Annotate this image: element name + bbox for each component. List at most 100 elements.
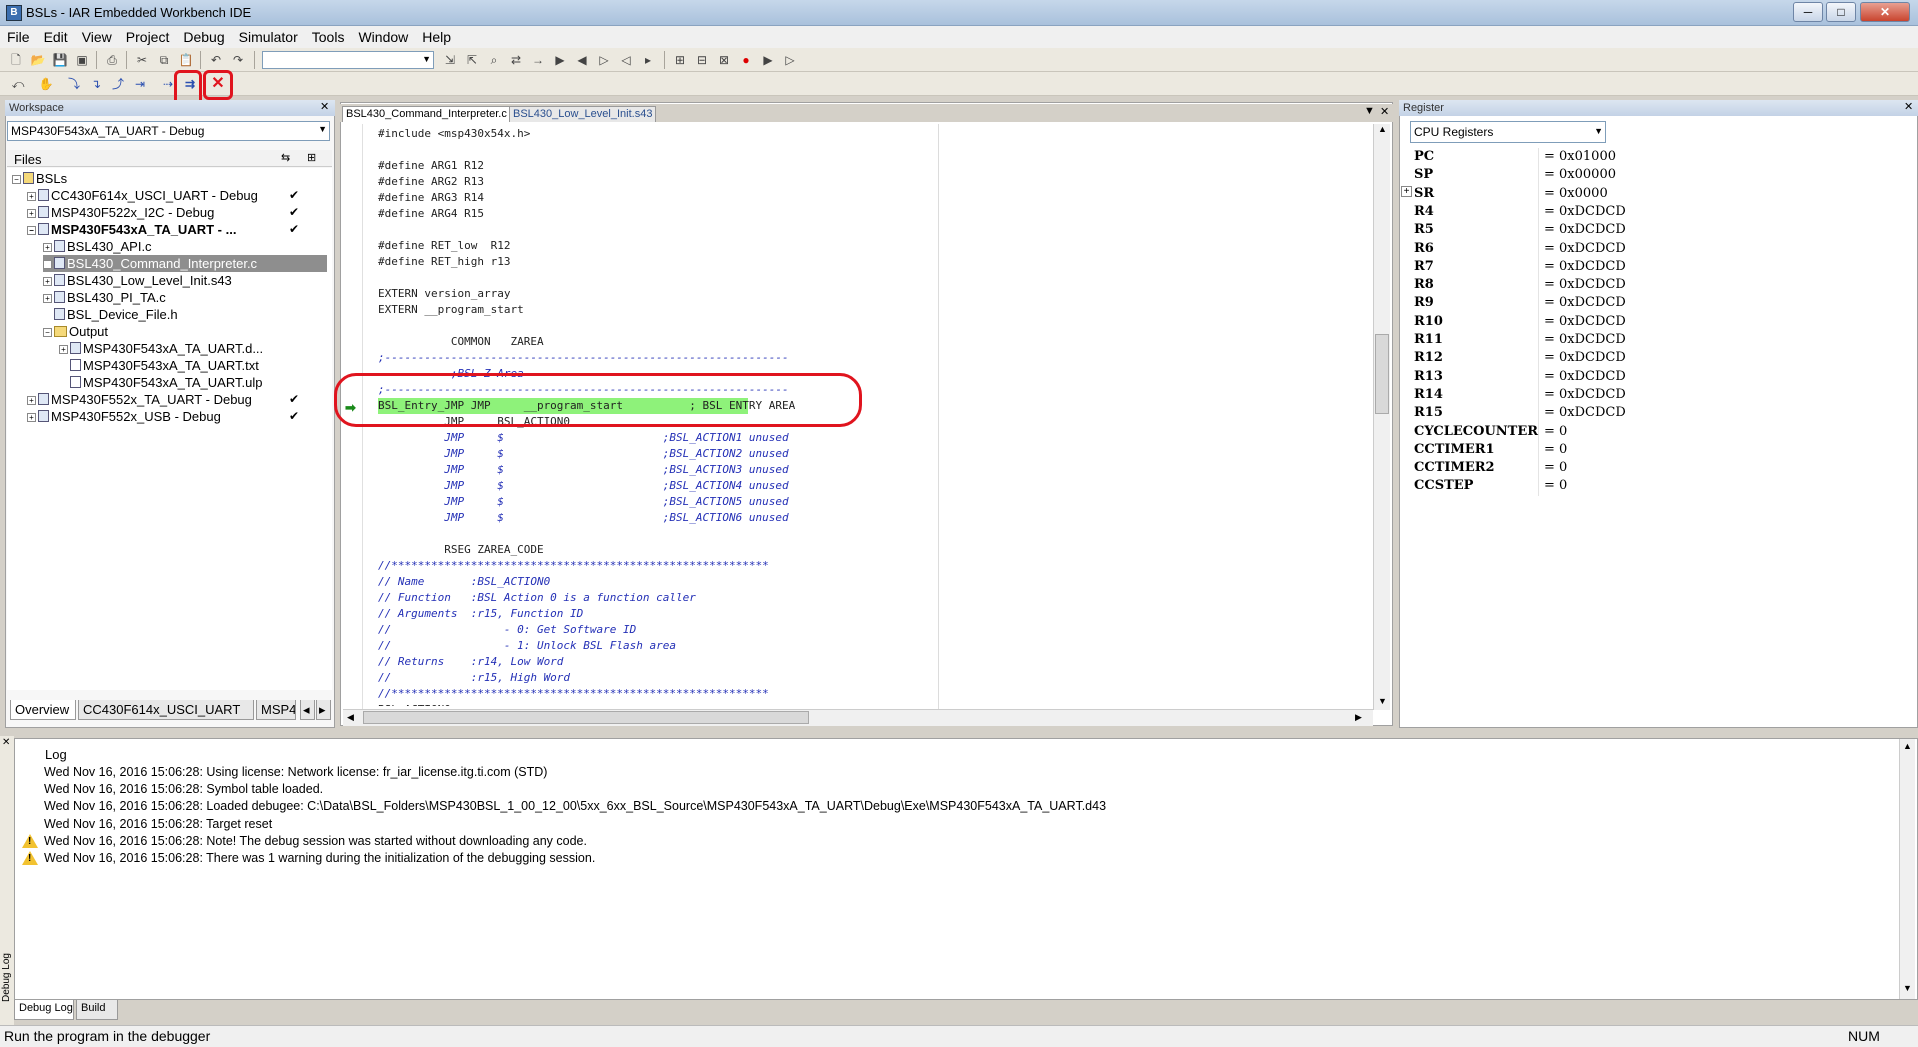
tree-item-output[interactable]: MSP430F543xA_TA_UART.ulp [70, 374, 262, 391]
tab-low-level-init[interactable]: BSL430_Low_Level_Init.s43 [509, 106, 657, 122]
tab-scroll-right-icon[interactable]: ▸ [316, 700, 331, 720]
make-icon[interactable]: ⊟ [694, 52, 710, 68]
register-value[interactable]: = 0xDCDCD [1544, 368, 1626, 386]
register-value[interactable]: = 0xDCDCD [1544, 386, 1626, 404]
menu-simulator[interactable]: Simulator [232, 26, 305, 45]
menu-project[interactable]: Project [119, 26, 177, 45]
bookmark-toggle-icon[interactable]: ▶ [552, 52, 568, 68]
compile-icon[interactable]: ⊞ [672, 52, 688, 68]
register-value[interactable]: = 0x00000 [1544, 166, 1616, 184]
register-value[interactable]: = 0xDCDCD [1544, 203, 1626, 221]
maximize-button[interactable]: □ [1826, 2, 1856, 22]
register-value[interactable]: = 0 [1544, 441, 1567, 459]
find-next-icon[interactable]: ⇲ [442, 52, 458, 68]
undo-icon[interactable]: ↶ [208, 52, 224, 68]
scroll-thumb[interactable] [1375, 334, 1389, 414]
view-icon[interactable]: ⊞ [307, 151, 316, 164]
save-icon[interactable]: 💾 [52, 52, 68, 68]
copy-icon[interactable]: ⧉ [156, 52, 172, 68]
step-out-icon[interactable]: ⤴ [110, 76, 126, 92]
register-value[interactable]: = 0xDCDCD [1544, 276, 1626, 294]
navigate-back-icon[interactable]: ◁ [618, 52, 634, 68]
print-icon[interactable]: ⎙ [104, 52, 120, 68]
register-value[interactable]: = 0xDCDCD [1544, 240, 1626, 258]
find-prev-icon[interactable]: ⇱ [464, 52, 480, 68]
tree-item-project[interactable]: + CC430F614x_USCI_UART - Debug ✔ [27, 187, 327, 204]
navigate-forward-icon[interactable]: ▸ [640, 52, 656, 68]
register-value[interactable]: = 0x0000 [1544, 185, 1608, 203]
tree-item-project[interactable]: + MSP430F552x_TA_UART - Debug ✔ [27, 391, 327, 408]
tree-item-project-active[interactable]: − MSP430F543xA_TA_UART - ... ✔ [27, 221, 327, 238]
find-in-files-icon[interactable]: ⌕ [486, 52, 502, 68]
tree-item-file[interactable]: BSL_Device_File.h [54, 306, 178, 323]
register-value[interactable]: = 0xDCDCD [1544, 221, 1626, 239]
tab-list-icon[interactable]: ▼ [1364, 105, 1375, 117]
editor-vertical-scrollbar[interactable]: ▲ ▼ [1373, 124, 1390, 710]
goto-icon[interactable]: → [530, 52, 546, 68]
options-icon[interactable]: ⇆ [281, 151, 290, 164]
config-select[interactable]: MSP430F543xA_TA_UART - Debug ▼ [7, 121, 330, 141]
step-into-icon[interactable]: ↴ [88, 76, 104, 92]
next-statement-icon[interactable]: ⇥ [132, 76, 148, 92]
expand-sr-icon[interactable]: + [1401, 186, 1412, 197]
tree-item-file[interactable]: + BSL430_Low_Level_Init.s43 [43, 272, 232, 289]
breakpoint-icon[interactable]: ● [738, 52, 754, 68]
save-all-icon[interactable]: ▣ [74, 52, 90, 68]
register-value[interactable]: = 0xDCDCD [1544, 404, 1626, 422]
bookmark-next-icon[interactable]: ▷ [596, 52, 612, 68]
tree-item-output[interactable]: + MSP430F543xA_TA_UART.d... [59, 340, 263, 357]
menu-help[interactable]: Help [415, 26, 458, 45]
register-value[interactable]: = 0xDCDCD [1544, 331, 1626, 349]
reset-icon[interactable]: ⤺ [10, 76, 26, 92]
close-icon[interactable]: ✕ [2, 737, 10, 748]
minimize-button[interactable]: ─ [1793, 2, 1823, 22]
tree-item-folder[interactable]: − Output [43, 323, 108, 340]
bookmark-prev-icon[interactable]: ◀ [574, 52, 590, 68]
replace-icon[interactable]: ⇄ [508, 52, 524, 68]
menu-view[interactable]: View [75, 26, 119, 45]
menu-file[interactable]: File [0, 26, 37, 45]
debug-without-download-icon[interactable]: ▷ [782, 52, 798, 68]
new-file-icon[interactable]: 🗋 [8, 52, 24, 68]
menu-debug[interactable]: Debug [176, 26, 231, 45]
stop-build-icon[interactable]: ⊠ [716, 52, 732, 68]
editor-horizontal-scrollbar[interactable]: ◀ ▶ [343, 709, 1373, 726]
close-editor-icon[interactable]: ✕ [1380, 105, 1389, 118]
tab-build[interactable]: Build [76, 1000, 118, 1020]
tab-overview[interactable]: Overview [10, 700, 76, 720]
tab-command-interpreter[interactable]: BSL430_Command_Interpreter.c [342, 106, 511, 122]
break-icon[interactable]: ✋ [38, 76, 54, 92]
tree-item-file-selected[interactable]: + BSL430_Command_Interpreter.c [43, 255, 327, 272]
tree-item-bsls[interactable]: − BSLs [12, 170, 67, 187]
redo-icon[interactable]: ↷ [230, 52, 246, 68]
tree-item-project[interactable]: + MSP430F552x_USB - Debug ✔ [27, 408, 327, 425]
tree-item-project[interactable]: + MSP430F522x_I2C - Debug ✔ [27, 204, 327, 221]
register-value[interactable]: = 0 [1544, 477, 1567, 495]
hscroll-thumb[interactable] [363, 711, 809, 724]
menu-tools[interactable]: Tools [305, 26, 352, 45]
log-scrollbar[interactable]: ▲ ▼ [1899, 739, 1915, 999]
step-over-icon[interactable]: ⤵ [66, 76, 82, 92]
register-group-select[interactable]: CPU Registers ▼ [1410, 121, 1606, 143]
close-icon[interactable]: ✕ [1904, 100, 1913, 113]
register-value[interactable]: = 0 [1544, 423, 1567, 441]
tab-debug-log[interactable]: Debug Log [14, 1000, 74, 1020]
tree-item-output[interactable]: MSP430F543xA_TA_UART.txt [70, 357, 259, 374]
menu-edit[interactable]: Edit [37, 26, 75, 45]
download-debug-icon[interactable]: ▶ [760, 52, 776, 68]
open-icon[interactable]: 📂 [30, 52, 46, 68]
menu-window[interactable]: Window [351, 26, 415, 45]
register-value[interactable]: = 0x01000 [1544, 148, 1616, 166]
register-value[interactable]: = 0xDCDCD [1544, 349, 1626, 367]
find-combo[interactable]: ▼ [262, 51, 434, 69]
paste-icon[interactable]: 📋 [178, 52, 194, 68]
register-value[interactable]: = 0xDCDCD [1544, 294, 1626, 312]
close-window-button[interactable]: ✕ [1860, 2, 1910, 22]
tab-cc430[interactable]: CC430F614x_USCI_UART [78, 700, 254, 720]
tree-item-file[interactable]: + BSL430_PI_TA.c [43, 289, 166, 306]
tab-msp4[interactable]: MSP4 [256, 700, 296, 720]
register-value[interactable]: = 0xDCDCD [1544, 313, 1626, 331]
tree-item-file[interactable]: + BSL430_API.c [43, 238, 152, 255]
register-value[interactable]: = 0xDCDCD [1544, 258, 1626, 276]
tab-scroll-left-icon[interactable]: ◂ [300, 700, 315, 720]
